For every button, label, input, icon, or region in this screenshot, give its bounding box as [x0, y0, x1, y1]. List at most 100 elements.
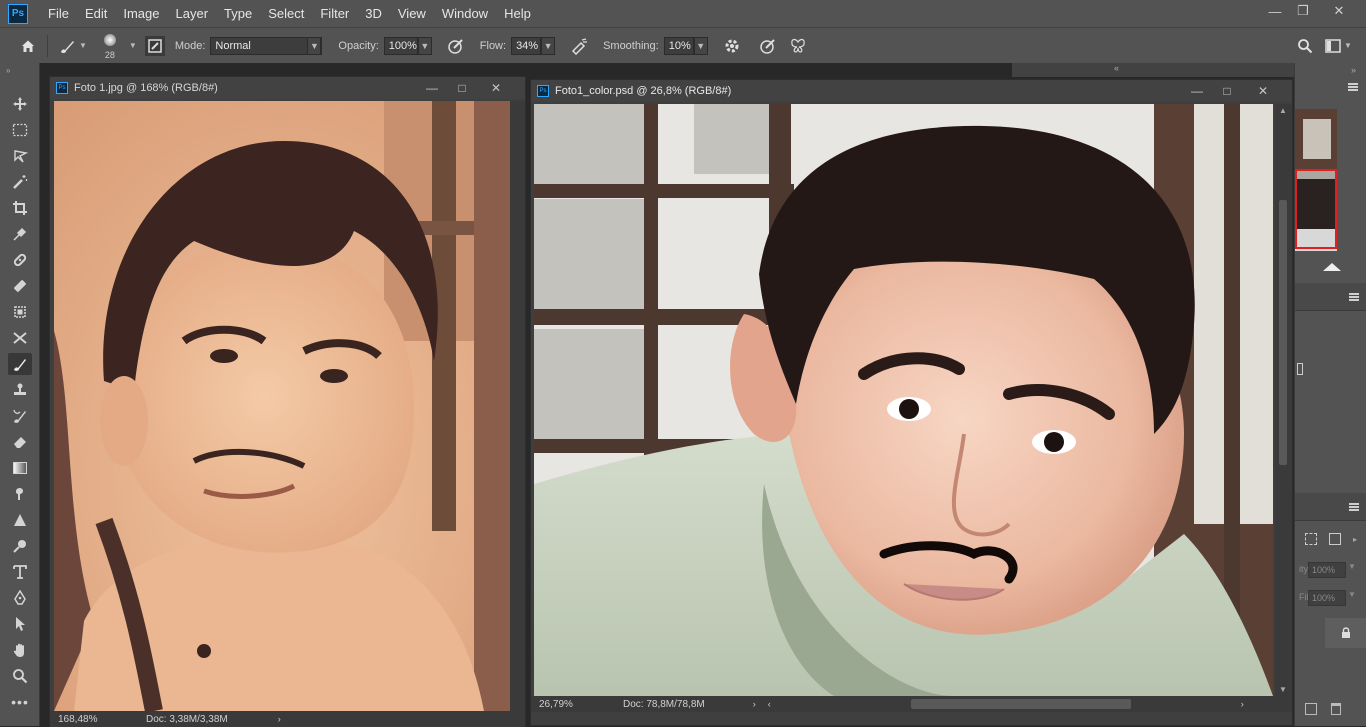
- spot-healing-tool-icon[interactable]: [8, 249, 32, 271]
- content-aware-move-icon[interactable]: [8, 327, 32, 349]
- menu-3d[interactable]: 3D: [357, 0, 390, 27]
- opacity-field[interactable]: 100%: [383, 36, 418, 55]
- lock-button[interactable]: [1325, 618, 1366, 648]
- zoom-level-1[interactable]: 168,48%: [58, 714, 136, 725]
- app-restore-button[interactable]: ❐: [1286, 0, 1320, 22]
- chevron-down-icon[interactable]: ▼: [693, 36, 708, 55]
- gradient-tool-icon[interactable]: [8, 457, 32, 479]
- brush-preset-icon[interactable]: [55, 34, 79, 58]
- photoshop-logo-icon[interactable]: Ps: [8, 3, 28, 24]
- smoothing-field[interactable]: 10%: [663, 36, 694, 55]
- lasso-tool-icon[interactable]: [8, 145, 32, 167]
- panel-menu-icon[interactable]: [1349, 503, 1359, 511]
- canvas-1[interactable]: [54, 101, 510, 711]
- chevron-down-icon[interactable]: ▼: [541, 36, 556, 55]
- horizontal-scrollbar-thumb[interactable]: [910, 699, 1131, 709]
- menu-image[interactable]: Image: [115, 0, 167, 27]
- magic-wand-tool-icon[interactable]: [8, 171, 32, 193]
- brush-tool-icon[interactable]: [8, 353, 32, 375]
- menu-select[interactable]: Select: [260, 0, 312, 27]
- home-icon[interactable]: [16, 34, 40, 58]
- healing-brush-icon[interactable]: [8, 275, 32, 297]
- move-tool-icon[interactable]: [8, 93, 32, 115]
- align-icon[interactable]: [1297, 363, 1303, 375]
- minimize-icon[interactable]: —: [418, 77, 446, 99]
- scroll-right-icon[interactable]: ›: [1241, 699, 1244, 709]
- scroll-up-icon[interactable]: ▲: [1279, 106, 1287, 115]
- flow-field[interactable]: 34%: [511, 36, 542, 55]
- pressure-opacity-icon[interactable]: [444, 34, 468, 58]
- menu-type[interactable]: Type: [216, 0, 260, 27]
- layer-style-icon[interactable]: [1329, 533, 1341, 545]
- zoom-in-triangle-icon[interactable]: [1323, 263, 1341, 271]
- marquee-tool-icon[interactable]: [8, 119, 32, 141]
- chevron-down-icon[interactable]: ▼: [1348, 562, 1356, 571]
- layer-opacity-field[interactable]: 100%: [1308, 562, 1346, 578]
- scroll-down-icon[interactable]: ▼: [1279, 685, 1287, 694]
- chevron-right-icon[interactable]: ›: [278, 714, 281, 724]
- layer-fill-field[interactable]: 100%: [1308, 590, 1346, 606]
- new-layer-icon[interactable]: [1305, 703, 1317, 715]
- blend-mode-select[interactable]: Normal: [210, 36, 323, 55]
- expand-panels-icon[interactable]: »: [1351, 65, 1356, 75]
- hand-tool-icon[interactable]: [8, 639, 32, 661]
- more-tools-icon[interactable]: •••: [8, 691, 32, 713]
- eraser-tool-icon[interactable]: [8, 431, 32, 453]
- pen-tool-icon[interactable]: [8, 587, 32, 609]
- smudge-tool-icon[interactable]: [8, 483, 32, 505]
- document-title-bar-2[interactable]: Ps Foto1_color.psd @ 26,8% (RGB/8#) — □ …: [531, 80, 1292, 102]
- chevron-down-icon[interactable]: ▼: [129, 41, 137, 50]
- restore-icon[interactable]: □: [1213, 80, 1241, 102]
- clone-stamp-icon[interactable]: [8, 379, 32, 401]
- menu-help[interactable]: Help: [496, 0, 539, 27]
- close-icon[interactable]: ✕: [1249, 80, 1277, 102]
- panel-menu-icon[interactable]: [1349, 293, 1359, 301]
- history-brush-icon[interactable]: [8, 405, 32, 427]
- chevron-right-icon[interactable]: ▸: [1353, 535, 1357, 544]
- trash-icon[interactable]: [1331, 703, 1341, 715]
- dodge-tool-icon[interactable]: [8, 535, 32, 557]
- menu-view[interactable]: View: [390, 0, 434, 27]
- vertical-scrollbar-2[interactable]: ▲ ▼: [1275, 104, 1292, 696]
- menu-filter[interactable]: Filter: [312, 0, 357, 27]
- navigator-thumbnail[interactable]: [1295, 109, 1337, 251]
- scroll-left-icon[interactable]: ‹: [768, 699, 771, 709]
- gear-icon[interactable]: [720, 34, 744, 58]
- chevron-down-icon[interactable]: ▼: [1348, 590, 1356, 599]
- scrollbar-thumb-2[interactable]: [1279, 200, 1287, 465]
- chevron-down-icon[interactable]: ▼: [417, 36, 432, 55]
- menu-window[interactable]: Window: [434, 0, 496, 27]
- patch-tool-icon[interactable]: [8, 301, 32, 323]
- artboard-icon[interactable]: [1305, 533, 1317, 545]
- sharpen-tool-icon[interactable]: [8, 509, 32, 531]
- eyedropper-tool-icon[interactable]: [8, 223, 32, 245]
- symmetry-butterfly-icon[interactable]: [786, 34, 810, 58]
- airbrush-icon[interactable]: [567, 34, 591, 58]
- vertical-scrollbar-1[interactable]: [510, 101, 525, 711]
- panel-menu-icon[interactable]: [1348, 83, 1358, 91]
- collapse-toolbar-icon[interactable]: »: [6, 66, 10, 75]
- type-tool-icon[interactable]: [8, 561, 32, 583]
- close-icon[interactable]: ✕: [482, 77, 510, 99]
- search-icon[interactable]: [1293, 34, 1317, 58]
- chevron-right-icon[interactable]: ›: [753, 699, 756, 709]
- chevron-down-icon[interactable]: ▼: [79, 41, 87, 50]
- zoom-level-2[interactable]: 26,79%: [539, 699, 617, 710]
- path-selection-icon[interactable]: [8, 613, 32, 635]
- chevron-down-icon[interactable]: ▼: [307, 36, 322, 55]
- pressure-size-icon[interactable]: [756, 34, 780, 58]
- app-close-button[interactable]: ✕: [1322, 0, 1356, 22]
- canvas-2[interactable]: [534, 104, 1273, 696]
- menu-layer[interactable]: Layer: [168, 0, 217, 27]
- chevron-down-icon[interactable]: ▼: [1344, 41, 1352, 50]
- document-title-bar-1[interactable]: Ps Foto 1.jpg @ 168% (RGB/8#) — □ ✕: [50, 77, 525, 99]
- minimize-icon[interactable]: —: [1183, 80, 1211, 102]
- collapse-panels-icon[interactable]: «: [1114, 63, 1119, 73]
- workspace-icon[interactable]: [1322, 34, 1346, 58]
- crop-tool-icon[interactable]: [8, 197, 32, 219]
- menu-edit[interactable]: Edit: [77, 0, 115, 27]
- zoom-tool-icon[interactable]: [8, 665, 32, 687]
- brush-size-picker[interactable]: 28: [95, 31, 125, 61]
- brush-settings-icon[interactable]: [144, 35, 165, 56]
- restore-icon[interactable]: □: [448, 77, 476, 99]
